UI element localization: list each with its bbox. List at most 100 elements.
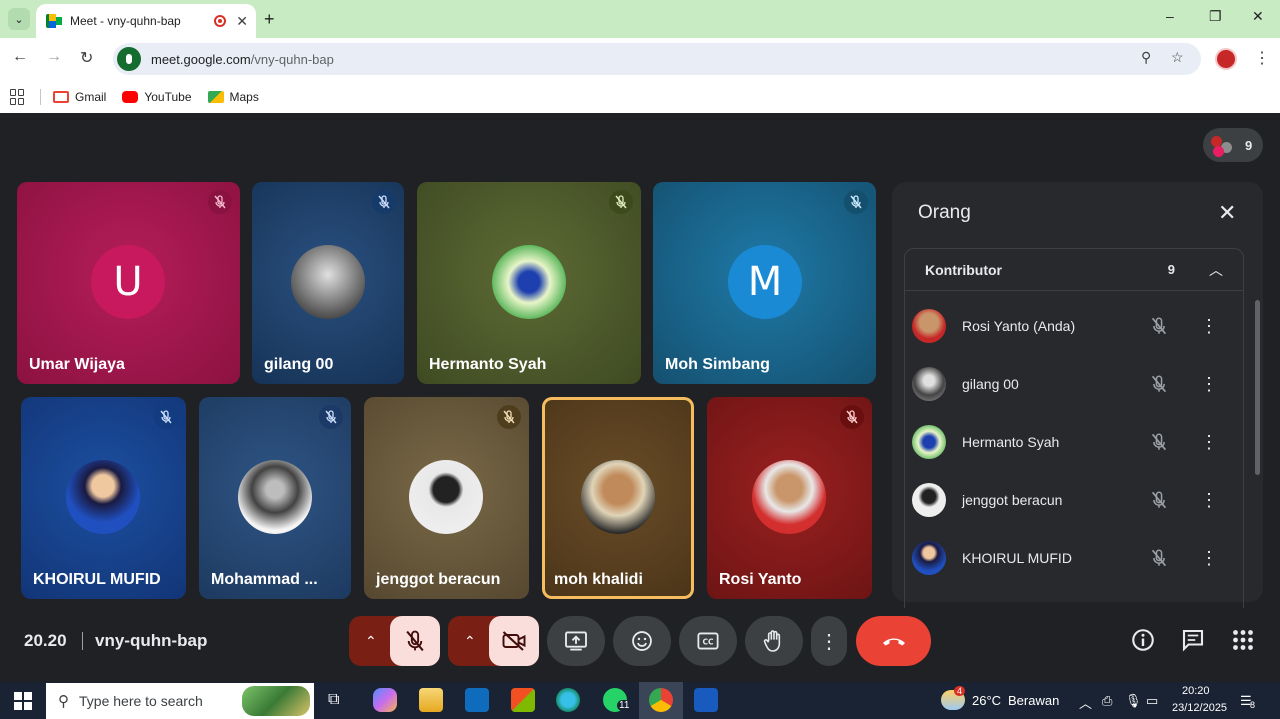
muted-mic-icon xyxy=(154,405,178,429)
participant-tile[interactable]: jenggot beracun xyxy=(364,397,529,599)
emoji-icon xyxy=(632,631,652,651)
panel-scrollbar[interactable] xyxy=(1255,300,1260,475)
chevron-up-icon[interactable]: ︿ xyxy=(1209,260,1223,280)
muted-mic-icon xyxy=(1148,491,1170,509)
participant-tile[interactable]: gilang 00 xyxy=(252,182,404,384)
participant-tile[interactable]: Mohammad ... xyxy=(199,397,351,599)
avatar xyxy=(238,460,312,534)
participant-tile[interactable]: KHOIRUL MUFID xyxy=(21,397,186,599)
outlook-icon[interactable] xyxy=(465,688,489,712)
participant-tile[interactable]: M Moh Simbang xyxy=(653,182,876,384)
meeting-details-button[interactable] xyxy=(1131,628,1155,657)
meeting-time: 20.20 xyxy=(24,631,67,650)
participant-name: Hermanto Syah xyxy=(429,356,547,373)
more-options-icon[interactable]: ⋮ xyxy=(1200,491,1218,509)
more-options-icon[interactable]: ⋮ xyxy=(1200,375,1218,393)
leave-call-button[interactable] xyxy=(856,616,931,666)
muted-mic-icon xyxy=(844,190,868,214)
participant-tile[interactable]: Hermanto Syah xyxy=(417,182,641,384)
more-options-icon[interactable]: ⋮ xyxy=(1200,317,1218,335)
captions-button[interactable]: CC xyxy=(679,616,737,666)
muted-mic-icon xyxy=(372,190,396,214)
camera-off-button[interactable] xyxy=(489,616,539,666)
edge-icon[interactable] xyxy=(556,688,580,712)
participant-tile[interactable]: U Umar Wijaya xyxy=(17,182,240,384)
bookmark-star-icon[interactable]: ☆ xyxy=(1171,49,1184,66)
windows-start-icon[interactable] xyxy=(14,692,32,710)
apps-grid-icon[interactable] xyxy=(10,88,26,105)
raise-hand-button[interactable] xyxy=(745,616,803,666)
file-explorer-icon[interactable] xyxy=(419,688,443,712)
microphone-off-button[interactable] xyxy=(390,616,440,666)
bookmark-youtube[interactable]: YouTube xyxy=(122,90,192,104)
microphone-in-use-icon[interactable] xyxy=(117,47,141,71)
back-arrow-icon[interactable]: ← xyxy=(12,48,28,66)
microphone-icon[interactable]: 🎙 xyxy=(1125,693,1142,709)
new-tab-button[interactable]: + xyxy=(264,9,275,30)
participant-name: moh khalidi xyxy=(554,571,643,588)
battery-icon[interactable]: ▭ xyxy=(1146,693,1158,709)
browser-tab[interactable]: Meet - vny-quhn-bap ✕ xyxy=(36,4,256,38)
tab-search-button[interactable]: ⌄ xyxy=(8,8,30,30)
participant-row[interactable]: Hermanto Syah ⋮ xyxy=(912,422,1218,462)
meet-stage: 9 U Umar Wijaya gilang 00 Hermanto Syah … xyxy=(0,113,1280,682)
participant-count: 9 xyxy=(1245,137,1253,153)
weather-temperature[interactable]: 26°C xyxy=(972,693,1001,708)
copilot-icon[interactable] xyxy=(373,688,397,712)
microsoft-store-icon[interactable] xyxy=(511,688,535,712)
more-vertical-icon: ⋮ xyxy=(819,630,839,653)
microphone-control: ⌃ xyxy=(349,616,440,666)
contributors-header[interactable]: Kontributor 9 ︿ xyxy=(905,249,1243,291)
more-options-icon[interactable]: ⋮ xyxy=(1200,433,1218,451)
participant-row[interactable]: KHOIRUL MUFID ⋮ xyxy=(912,538,1218,578)
taskbar-clock-time[interactable]: 20:20 xyxy=(1182,685,1210,697)
chat-button[interactable] xyxy=(1181,628,1205,657)
participant-name: gilang 00 xyxy=(264,356,334,373)
more-options-button[interactable]: ⋮ xyxy=(811,616,847,666)
present-screen-icon xyxy=(565,631,587,651)
chrome-icon xyxy=(649,688,673,712)
chevron-up-icon[interactable]: ⌃ xyxy=(365,633,377,650)
task-view-icon[interactable]: ⧉ xyxy=(328,691,339,709)
activities-button[interactable] xyxy=(1231,628,1255,657)
tab-close-button[interactable]: ✕ xyxy=(236,13,248,30)
window-close-button[interactable]: ✕ xyxy=(1252,8,1264,25)
emoji-reaction-button[interactable] xyxy=(613,616,671,666)
forward-arrow-icon[interactable]: → xyxy=(46,48,62,66)
avatar xyxy=(581,460,655,534)
participant-row[interactable]: gilang 00 ⋮ xyxy=(912,364,1218,404)
chevron-up-icon[interactable]: ⌃ xyxy=(464,633,476,650)
participant-tile-speaking[interactable]: moh khalidi xyxy=(542,397,694,599)
taskbar-search-box[interactable]: ⚲ Type here to search xyxy=(46,683,314,719)
gmail-icon xyxy=(53,90,69,103)
maximize-button[interactable]: ❐ xyxy=(1209,8,1222,25)
participant-name: jenggot beracun xyxy=(376,571,501,588)
section-title: Kontributor xyxy=(925,261,1002,278)
notification-count: 8 xyxy=(1250,700,1256,710)
more-options-icon[interactable]: ⋮ xyxy=(1200,549,1218,567)
avatar xyxy=(912,425,946,459)
zoom-icon[interactable]: ⚲ xyxy=(1141,49,1151,66)
bookmark-maps[interactable]: Maps xyxy=(207,90,259,104)
meet-now-icon[interactable]: ⎙ xyxy=(1102,693,1112,709)
participants-button[interactable]: 9 xyxy=(1203,128,1263,162)
minimize-button[interactable]: – xyxy=(1166,8,1174,24)
participant-name: KHOIRUL MUFID xyxy=(962,550,1072,566)
word-icon[interactable] xyxy=(694,688,718,712)
reload-icon[interactable]: ↻ xyxy=(80,48,93,68)
profile-avatar[interactable] xyxy=(1215,48,1237,70)
avatar xyxy=(409,460,483,534)
bookmark-gmail[interactable]: Gmail xyxy=(53,90,106,104)
participant-tile[interactable]: Rosi Yanto xyxy=(707,397,872,599)
muted-mic-icon xyxy=(319,405,343,429)
chevron-up-icon[interactable]: ︿ xyxy=(1079,693,1092,712)
participant-row[interactable]: jenggot beracun ⋮ xyxy=(912,480,1218,520)
taskbar-clock-date[interactable]: 23/12/2025 xyxy=(1172,702,1227,714)
participant-row[interactable]: Rosi Yanto (Anda) ⋮ xyxy=(912,306,1218,346)
chrome-taskbar-active[interactable] xyxy=(639,682,683,719)
close-icon[interactable]: ✕ xyxy=(1218,200,1236,226)
weather-condition[interactable]: Berawan xyxy=(1008,693,1059,708)
address-bar[interactable]: meet.google.com/vny-quhn-bap ⚲ ☆ xyxy=(113,43,1201,75)
present-screen-button[interactable] xyxy=(547,616,605,666)
more-menu-icon[interactable]: ⋮ xyxy=(1254,48,1270,68)
